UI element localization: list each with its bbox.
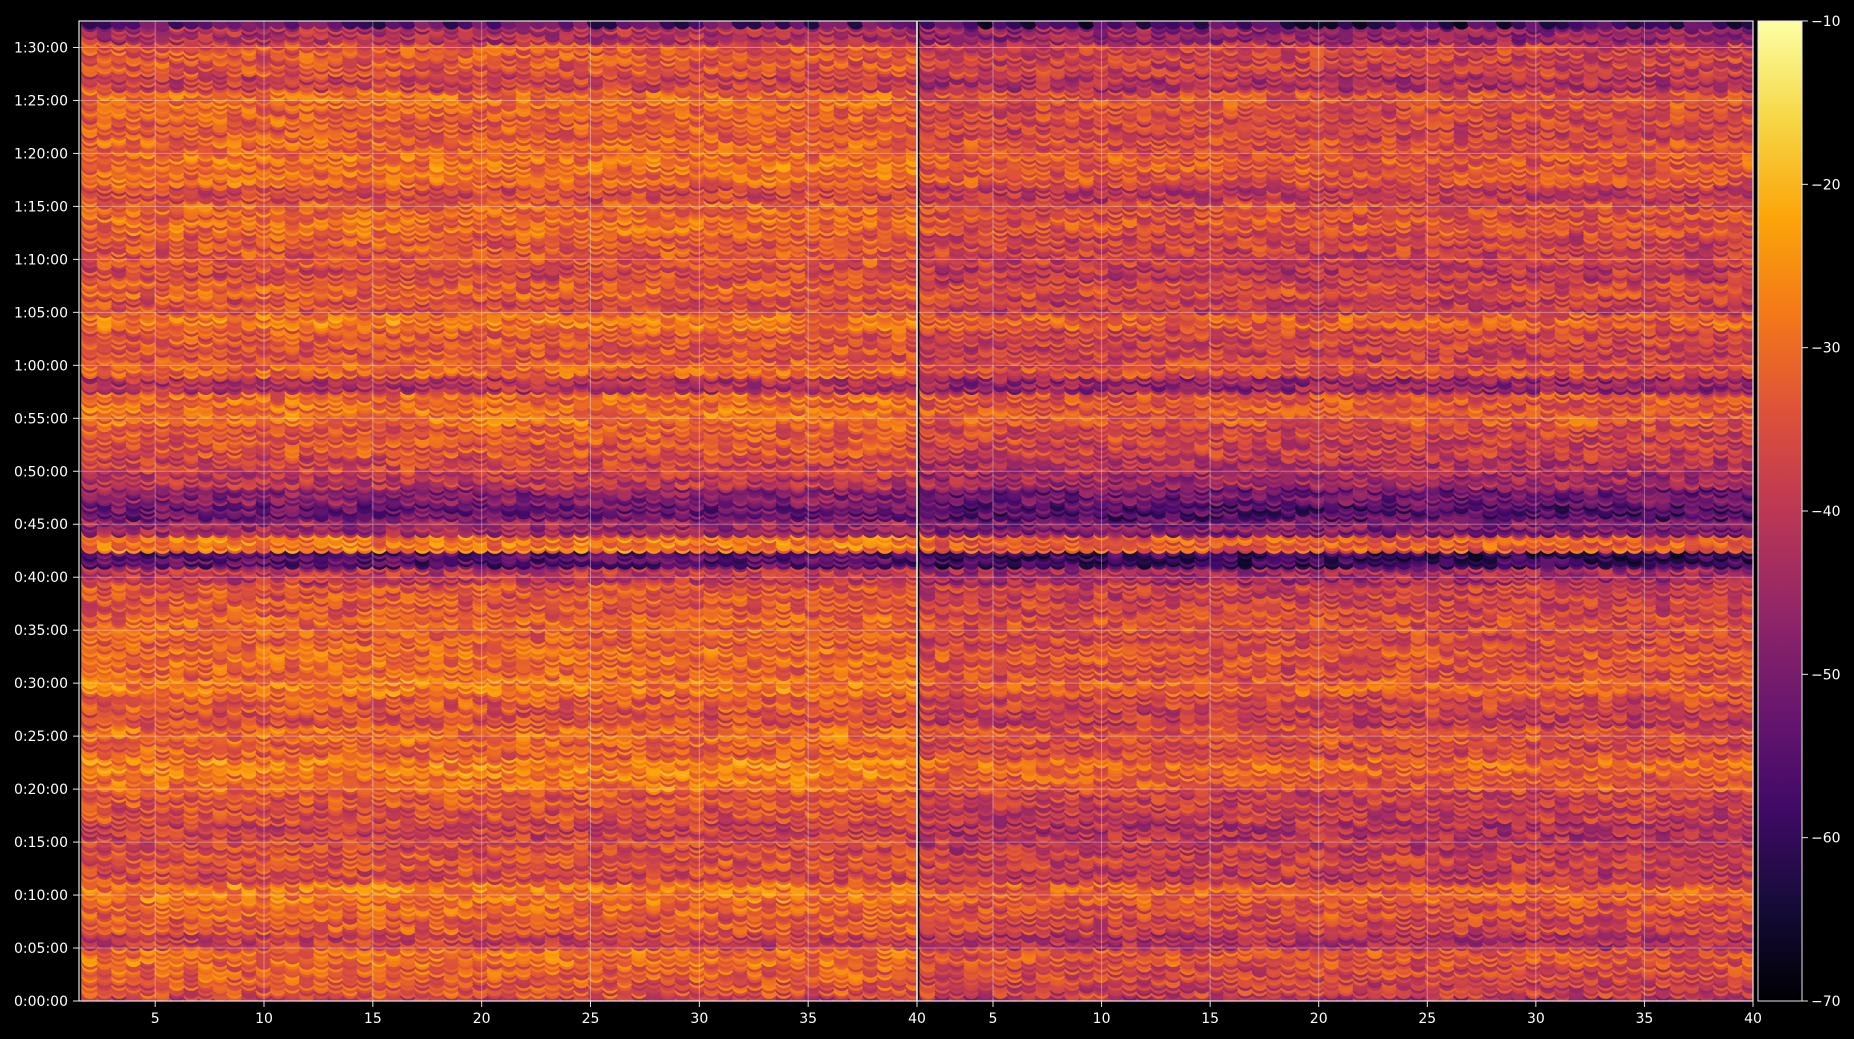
spectrogram-chart: 0:00:000:05:000:10:000:15:000:20:000:25:… — [14, 14, 1841, 1027]
heatmap-panel-left — [79, 21, 917, 1001]
heatmap-cells-left — [81, 21, 917, 1001]
